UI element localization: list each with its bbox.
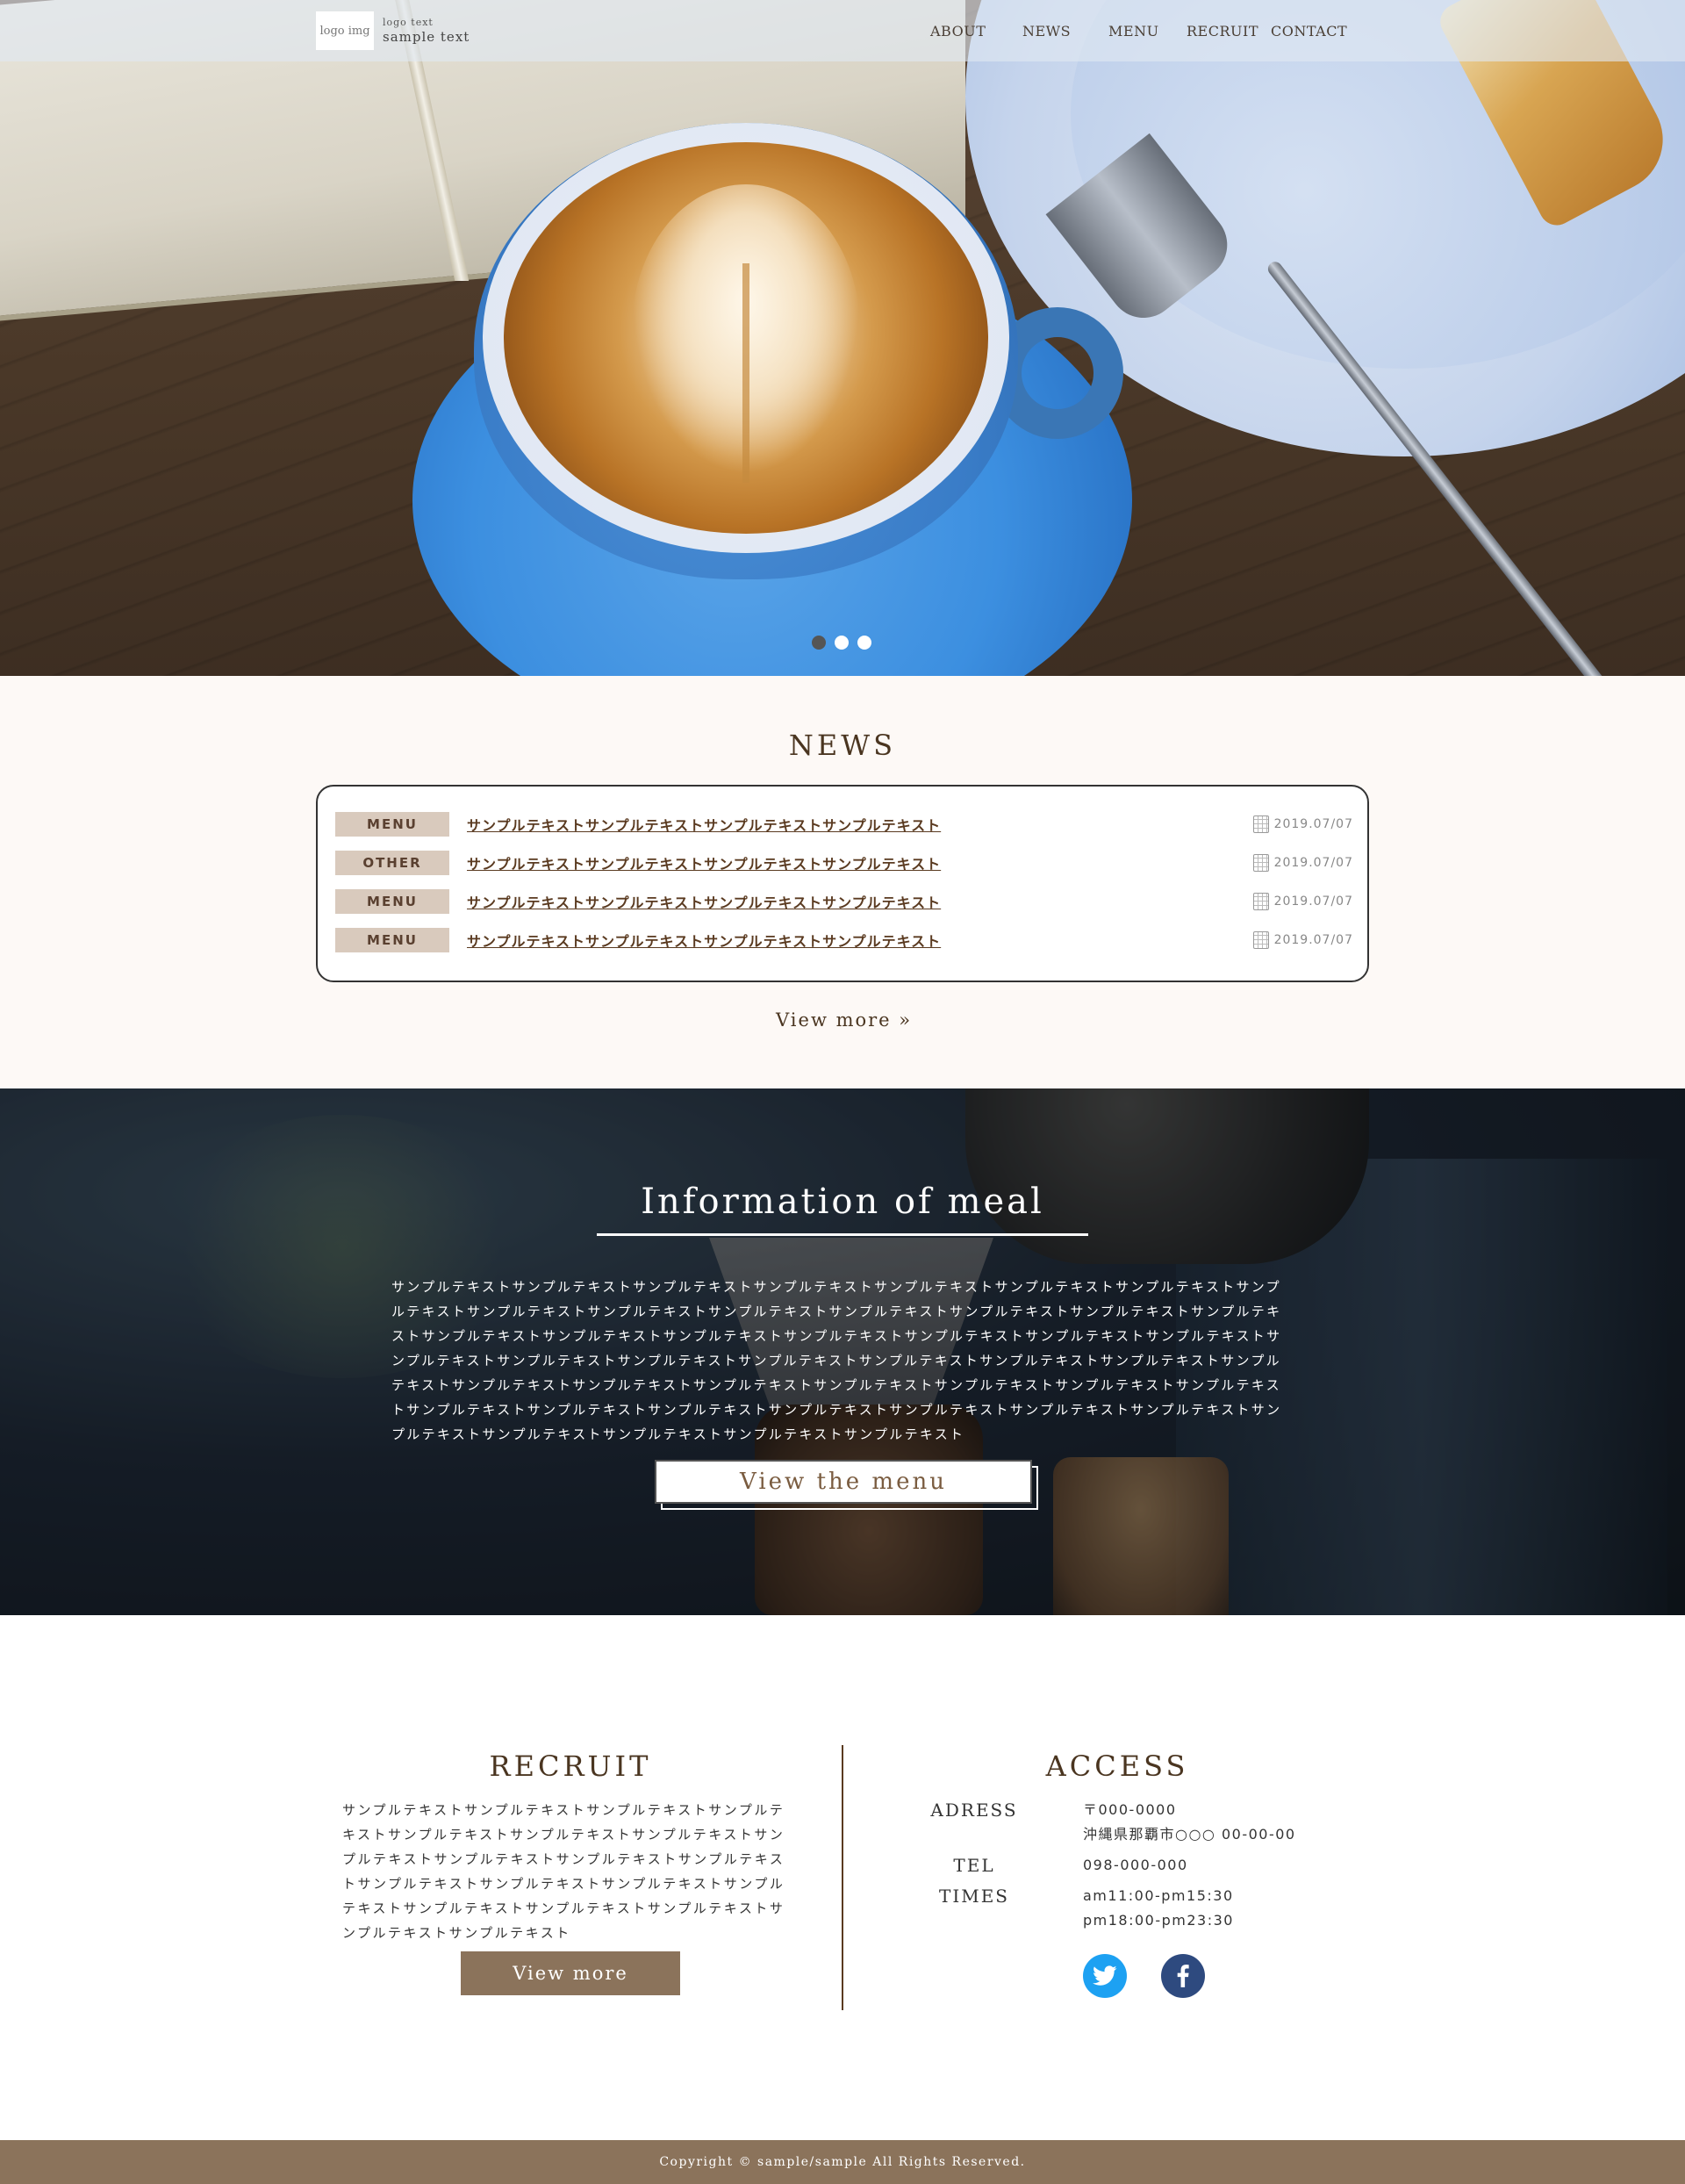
slider-dot-3[interactable] [857,636,871,650]
meal-description: サンプルテキストサンプルテキストサンプルテキストサンプルテキストサンプルテキスト… [391,1279,1282,1442]
news-item[interactable]: MENU サンプルテキストサンプルテキストサンプルテキストサンプルテキスト 20… [335,888,1353,915]
nav-menu[interactable]: MENU [1108,23,1159,40]
twitter-bird-icon [1093,1965,1117,1986]
news-item-link[interactable]: サンプルテキストサンプルテキストサンプルテキストサンプルテキスト [467,891,941,912]
access-times-label: TIMES [938,1886,1010,1907]
logo-image[interactable]: logo img [316,11,374,50]
access-adress-label: ADRESS [930,1800,1018,1821]
hero-slider [0,0,1685,676]
news-item-link[interactable]: サンプルテキストサンプルテキストサンプルテキストサンプルテキスト [467,930,941,951]
calendar-icon [1252,854,1269,872]
access-title: ACCESS [1045,1749,1189,1783]
news-date-text: 2019.07/07 [1273,894,1353,909]
news-category-badge: MENU [335,812,449,837]
nav-news[interactable]: NEWS [1022,23,1071,40]
calendar-icon [1252,931,1269,949]
news-date-text: 2019.07/07 [1273,933,1353,947]
slider-dot-2[interactable] [835,636,849,650]
view-menu-button[interactable]: View the menu [655,1460,1032,1504]
news-category-badge: MENU [335,928,449,952]
news-item[interactable]: OTHER サンプルテキストサンプルテキストサンプルテキストサンプルテキスト 2… [335,850,1353,876]
twitter-icon[interactable] [1083,1954,1127,1998]
news-date: 2019.07/07 [1252,893,1353,910]
copyright-text: Copyright © sample/sample All Rights Res… [659,2155,1026,2169]
recruit-view-more-button[interactable]: View more [461,1951,680,1995]
recruit-title: RECRUIT [489,1749,652,1783]
meal-title: Information of meal [641,1182,1044,1222]
slider-dot-1[interactable] [812,636,826,650]
news-title: NEWS [788,729,897,762]
news-item-link[interactable]: サンプルテキストサンプルテキストサンプルテキストサンプルテキスト [467,852,941,873]
slider-dots [812,636,871,650]
meal-title-underline [597,1233,1088,1236]
news-list: MENU サンプルテキストサンプルテキストサンプルテキストサンプルテキスト 20… [316,785,1369,982]
site-footer: Copyright © sample/sample All Rights Res… [0,2140,1685,2184]
calendar-icon [1252,815,1269,833]
access-times-1: am11:00-pm15:30 [1083,1887,1234,1904]
nav-about[interactable]: ABOUT [930,23,986,40]
access-postal: 〒000-0000 [1083,1801,1177,1818]
site-header: logo img logo text sample text ABOUT NEW… [0,0,1685,61]
logo-text-small: logo text [383,17,434,28]
nav-recruit[interactable]: RECRUIT [1187,23,1258,40]
nav-contact[interactable]: CONTACT [1271,23,1347,40]
news-item-link[interactable]: サンプルテキストサンプルテキストサンプルテキストサンプルテキスト [467,814,941,835]
recruit-description: サンプルテキストサンプルテキストサンプルテキストサンプルテキストサンプルテキスト… [342,1802,785,1941]
access-tel[interactable]: 098-000-000 [1083,1853,1188,1878]
access-address: 沖縄県那覇市○○○ 00-00-00 [1083,1826,1296,1843]
news-date: 2019.07/07 [1252,854,1353,872]
access-times-2: pm18:00-pm23:30 [1083,1912,1234,1929]
news-item[interactable]: MENU サンプルテキストサンプルテキストサンプルテキストサンプルテキスト 20… [335,927,1353,953]
news-category-badge: OTHER [335,851,449,875]
section-divider [842,1745,843,2010]
logo-text[interactable]: sample text [383,29,470,45]
facebook-f-icon [1177,1965,1189,1987]
news-view-more-link[interactable]: View more » [776,1009,912,1031]
calendar-icon [1252,893,1269,910]
facebook-icon[interactable] [1161,1954,1205,1998]
news-date: 2019.07/07 [1252,931,1353,949]
news-date-text: 2019.07/07 [1273,856,1353,870]
access-tel-label: TEL [953,1855,995,1876]
news-date: 2019.07/07 [1252,815,1353,833]
news-category-badge: MENU [335,889,449,914]
news-date-text: 2019.07/07 [1273,817,1353,831]
news-item[interactable]: MENU サンプルテキストサンプルテキストサンプルテキストサンプルテキスト 20… [335,811,1353,837]
hero-latte-stem [742,263,749,483]
